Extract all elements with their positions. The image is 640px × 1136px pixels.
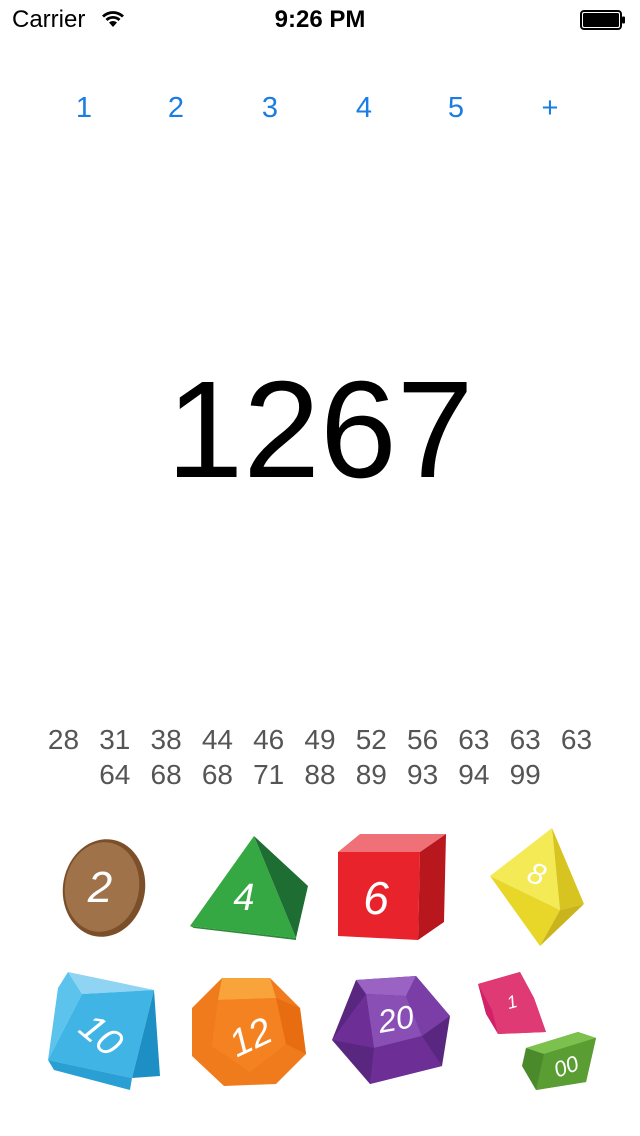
roll-value: 68 [150, 759, 182, 790]
d12-dodecahedron-icon: 12 [192, 978, 306, 1086]
roll-value: 56 [407, 724, 439, 755]
d8-octahedron-icon: 8 [490, 828, 584, 946]
d4-button[interactable]: 4 [186, 834, 310, 942]
roll-value: 49 [304, 724, 336, 755]
d10-button[interactable]: 10 [46, 970, 162, 1092]
d20-icosahedron-icon: 20 [332, 976, 450, 1084]
roll-value: 46 [253, 724, 285, 755]
roll-value: 94 [458, 759, 490, 790]
d20-button[interactable]: 20 [330, 976, 452, 1086]
roll-value: 63 [458, 724, 490, 755]
roll-value: 63 [509, 724, 541, 755]
roll-value: 71 [253, 759, 285, 790]
dice-count-1-button[interactable]: 1 [59, 88, 109, 128]
d100-percentile-icon: 1 00 [478, 972, 596, 1090]
roll-total: 1267 [166, 353, 474, 507]
dice-count-3-button[interactable]: 3 [245, 88, 295, 128]
dice-count-4-button[interactable]: 4 [339, 88, 389, 128]
d4-label: 4 [233, 877, 254, 919]
roll-value: 38 [150, 724, 182, 755]
dice-count-selector: 1 2 3 4 5 + [0, 88, 640, 128]
d20-label: 20 [374, 998, 416, 1040]
d4-tetrahedron-icon: 4 [190, 836, 308, 940]
roll-value: 88 [304, 759, 336, 790]
d12-button[interactable]: 12 [188, 974, 308, 1090]
d6-cube-icon: 6 [338, 834, 446, 940]
roll-value: 93 [407, 759, 439, 790]
roll-value: 63 [560, 724, 593, 755]
roll-value: 64 [99, 759, 131, 790]
dice-count-5-button[interactable]: 5 [431, 88, 481, 128]
status-bar: Carrier 9:26 PM [0, 0, 640, 40]
roll-value: 89 [355, 759, 387, 790]
d8-button[interactable]: 8 [486, 826, 586, 950]
d2-coin-icon: 2 [62, 839, 146, 937]
roll-value: 31 [99, 724, 131, 755]
d100-button[interactable]: 1 00 [474, 970, 600, 1092]
status-time: 9:26 PM [274, 6, 366, 33]
d2-label: 2 [87, 863, 112, 912]
d6-button[interactable]: 6 [334, 832, 448, 942]
dice-count-2-button[interactable]: 2 [151, 88, 201, 128]
roll-value: 68 [201, 759, 233, 790]
d2-button[interactable]: 2 [60, 836, 148, 940]
battery-icon [580, 10, 625, 30]
individual-rolls: 28 31 38 44 46 49 52 56 63 63 63 64 68 68 71 88 89 93 94 99 [30, 722, 610, 792]
dice-count-add-button[interactable]: + [525, 88, 575, 128]
d10-icon: 10 [48, 972, 160, 1090]
roll-value: 99 [509, 759, 541, 790]
d6-label: 6 [363, 872, 389, 924]
roll-value: 52 [355, 724, 387, 755]
roll-value: 44 [201, 724, 233, 755]
roll-value: 28 [47, 724, 80, 755]
